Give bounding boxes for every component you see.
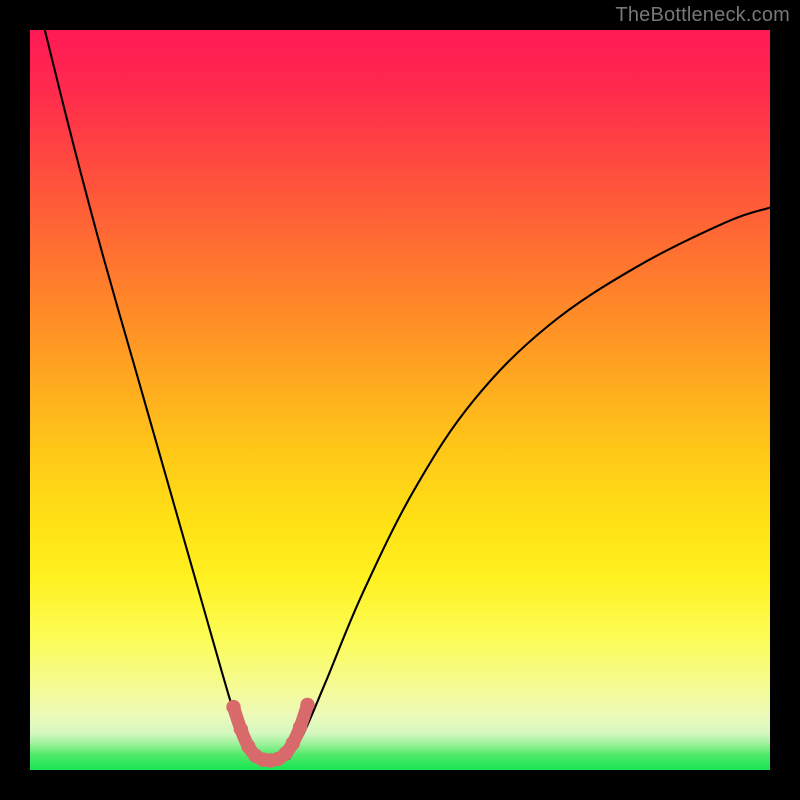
- valley-dot: [286, 736, 300, 750]
- plot-area: [30, 30, 770, 770]
- curve-right-branch: [289, 208, 770, 759]
- watermark-text: TheBottleneck.com: [615, 4, 790, 27]
- chart-frame: TheBottleneck.com: [0, 0, 800, 800]
- curve-left-branch: [45, 30, 256, 759]
- chart-svg: [30, 30, 770, 770]
- valley-dots: [226, 698, 314, 768]
- valley-dot: [300, 698, 314, 712]
- valley-dot: [226, 700, 240, 714]
- valley-dot: [234, 722, 248, 736]
- valley-dot: [293, 720, 307, 734]
